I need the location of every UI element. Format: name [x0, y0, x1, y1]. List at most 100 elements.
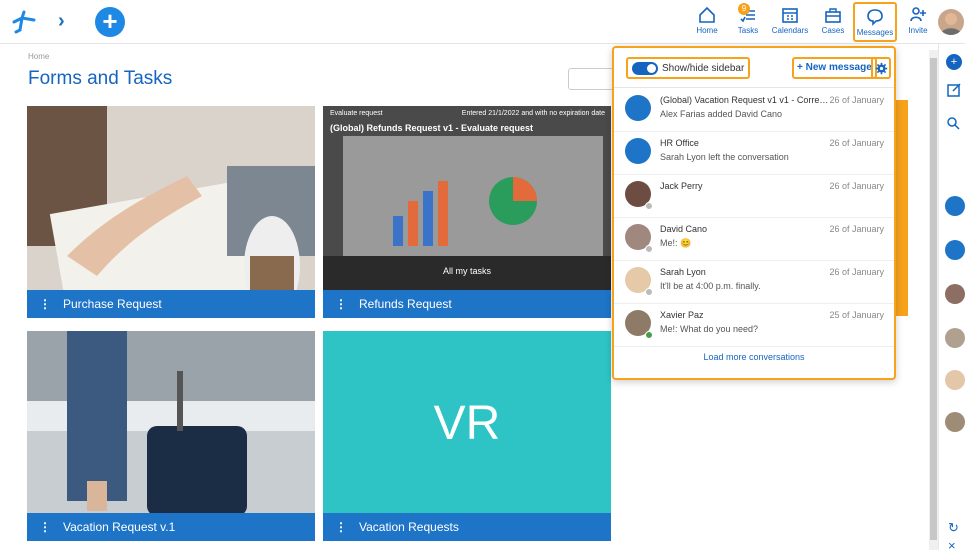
nav-cases-label: Cases — [821, 26, 845, 35]
conversation-date: 26 of January — [829, 224, 884, 234]
settings-button[interactable] — [871, 57, 891, 79]
top-bar: › + Home 9 Tasks Calendars Cases Message… — [0, 0, 965, 44]
briefcase-icon — [825, 8, 841, 23]
conversation-name: (Global) Vacation Request v1 v1 - Correc… — [660, 95, 830, 105]
conversation-item[interactable]: Sarah Lyon 26 of January It'll be at 4:0… — [614, 261, 894, 304]
breadcrumb[interactable]: Home — [28, 52, 49, 61]
add-user-icon — [910, 7, 926, 22]
add-chat-icon[interactable]: + — [946, 54, 962, 70]
overlay-date: Entered 21/1/2022 and with no expiration… — [461, 110, 605, 117]
expand-chevron-icon[interactable]: › — [58, 10, 65, 33]
nav-cases[interactable]: Cases — [818, 2, 848, 42]
nav-tasks-label: Tasks — [737, 26, 759, 35]
rail-avatar[interactable] — [945, 240, 965, 260]
tasks-badge: 9 — [738, 3, 750, 15]
conversation-date: 26 of January — [829, 95, 884, 105]
conversation-name: Sarah Lyon — [660, 267, 706, 277]
card-image — [27, 331, 315, 541]
home-icon — [699, 6, 715, 23]
nav-messages-label: Messages — [856, 28, 894, 37]
card-label-bar: ⋮ Refunds Request — [323, 290, 611, 318]
new-message-button[interactable]: + New message — [792, 57, 877, 79]
nav-home-label: Home — [696, 26, 718, 35]
card-label-bar: ⋮ Vacation Request v.1 — [27, 513, 315, 541]
search-icon[interactable] — [946, 116, 962, 132]
conversation-message: Me!: 😊 — [660, 238, 692, 248]
main-scrollbar[interactable] — [929, 50, 938, 550]
card-image — [27, 106, 315, 318]
rail-avatar[interactable] — [945, 196, 965, 216]
card-label: Vacation Requests — [359, 520, 459, 534]
close-icon[interactable]: × — [948, 538, 956, 553]
conversation-name: David Cano — [660, 224, 708, 234]
messages-panel-header: Show/hide sidebar + New message — [614, 48, 894, 88]
conversation-message: Me!: What do you need? — [660, 324, 759, 334]
load-more-link[interactable]: Load more conversations — [614, 352, 894, 362]
scrollbar-thumb[interactable] — [930, 58, 937, 540]
card-initials: VR — [433, 397, 501, 450]
card-vacation-request-v1[interactable]: ⋮ Vacation Request v.1 — [27, 331, 315, 541]
gear-icon — [875, 62, 887, 74]
conversation-date: 26 of January — [829, 267, 884, 277]
card-label-bar: ⋮ Purchase Request — [27, 290, 315, 318]
messages-panel: Show/hide sidebar + New message (Global)… — [612, 46, 896, 380]
conversation-name: Jack Perry — [660, 181, 703, 191]
nav-home[interactable]: Home — [692, 2, 722, 42]
group-avatar-icon — [625, 138, 651, 164]
card-menu-icon[interactable]: ⋮ — [39, 297, 51, 311]
refresh-icon[interactable]: ↻ — [948, 520, 959, 536]
conversation-item[interactable]: (Global) Vacation Request v1 v1 - Correc… — [614, 89, 894, 132]
group-avatar-icon — [625, 95, 651, 121]
overlay-header: Evaluate request — [330, 110, 383, 117]
overlay-title[interactable]: (Global) Refunds Request v1 - Evaluate r… — [330, 123, 533, 133]
conversation-date: 25 of January — [829, 310, 884, 320]
card-menu-icon[interactable]: ⋮ — [39, 520, 51, 534]
nav-messages[interactable]: Messages — [853, 2, 897, 42]
app-logo-icon[interactable] — [10, 8, 38, 36]
conversation-item[interactable]: HR Office 26 of January Sarah Lyon left … — [614, 132, 894, 175]
card-image — [323, 106, 611, 318]
rail-avatar[interactable] — [945, 328, 965, 348]
conversation-message: It'll be at 4:00 p.m. finally. — [660, 281, 761, 291]
card-purchase-request[interactable]: ⋮ Purchase Request — [27, 106, 315, 318]
card-menu-icon[interactable]: ⋮ — [335, 520, 347, 534]
user-avatar[interactable] — [938, 9, 964, 35]
status-indicator — [645, 245, 653, 253]
search-input[interactable] — [568, 68, 618, 90]
rail-avatar[interactable] — [945, 284, 965, 304]
conversation-message: Alex Farias added David Cano — [660, 109, 783, 119]
status-indicator — [645, 331, 653, 339]
card-label: Vacation Request v.1 — [63, 520, 176, 534]
rail-avatar[interactable] — [945, 412, 965, 432]
create-button[interactable]: + — [95, 7, 125, 37]
card-label: Refunds Request — [359, 297, 452, 311]
rail-avatar[interactable] — [945, 370, 965, 390]
card-label-bar: ⋮ Vacation Requests — [323, 513, 611, 541]
conversation-message: Sarah Lyon left the conversation — [660, 152, 789, 162]
status-indicator — [645, 288, 653, 296]
status-indicator — [645, 202, 653, 210]
card-label: Purchase Request — [63, 297, 162, 311]
card-vacation-requests[interactable]: VR ⋮ Vacation Requests — [323, 331, 611, 541]
conversation-date: 26 of January — [829, 181, 884, 191]
toggle-label: Show/hide sidebar — [662, 62, 745, 74]
conversation-item[interactable]: David Cano 26 of January Me!: 😊 — [614, 218, 894, 261]
nav-invite-label: Invite — [908, 26, 928, 35]
right-sidebar: + ↻ × — [938, 44, 965, 553]
conversation-item[interactable]: Jack Perry 26 of January — [614, 175, 894, 218]
conversation-item[interactable]: Xavier Paz 25 of January Me!: What do yo… — [614, 304, 894, 347]
nav-calendars[interactable]: Calendars — [769, 2, 811, 42]
edit-icon[interactable] — [946, 82, 962, 98]
page-title: Forms and Tasks — [28, 68, 173, 89]
nav-invite[interactable]: Invite — [903, 2, 933, 42]
all-my-tasks-link[interactable]: All my tasks — [323, 266, 611, 276]
card-refunds-request[interactable]: Evaluate request Entered 21/1/2022 and w… — [323, 106, 611, 318]
sidebar-toggle[interactable]: Show/hide sidebar — [626, 57, 751, 79]
conversation-name: HR Office — [660, 138, 699, 148]
nav-calendars-label: Calendars — [771, 26, 809, 35]
toggle-switch[interactable] — [632, 61, 658, 75]
calendar-icon — [782, 8, 798, 23]
card-menu-icon[interactable]: ⋮ — [335, 297, 347, 311]
nav-tasks[interactable]: 9 Tasks — [734, 2, 762, 42]
conversation-name: Xavier Paz — [660, 310, 704, 320]
